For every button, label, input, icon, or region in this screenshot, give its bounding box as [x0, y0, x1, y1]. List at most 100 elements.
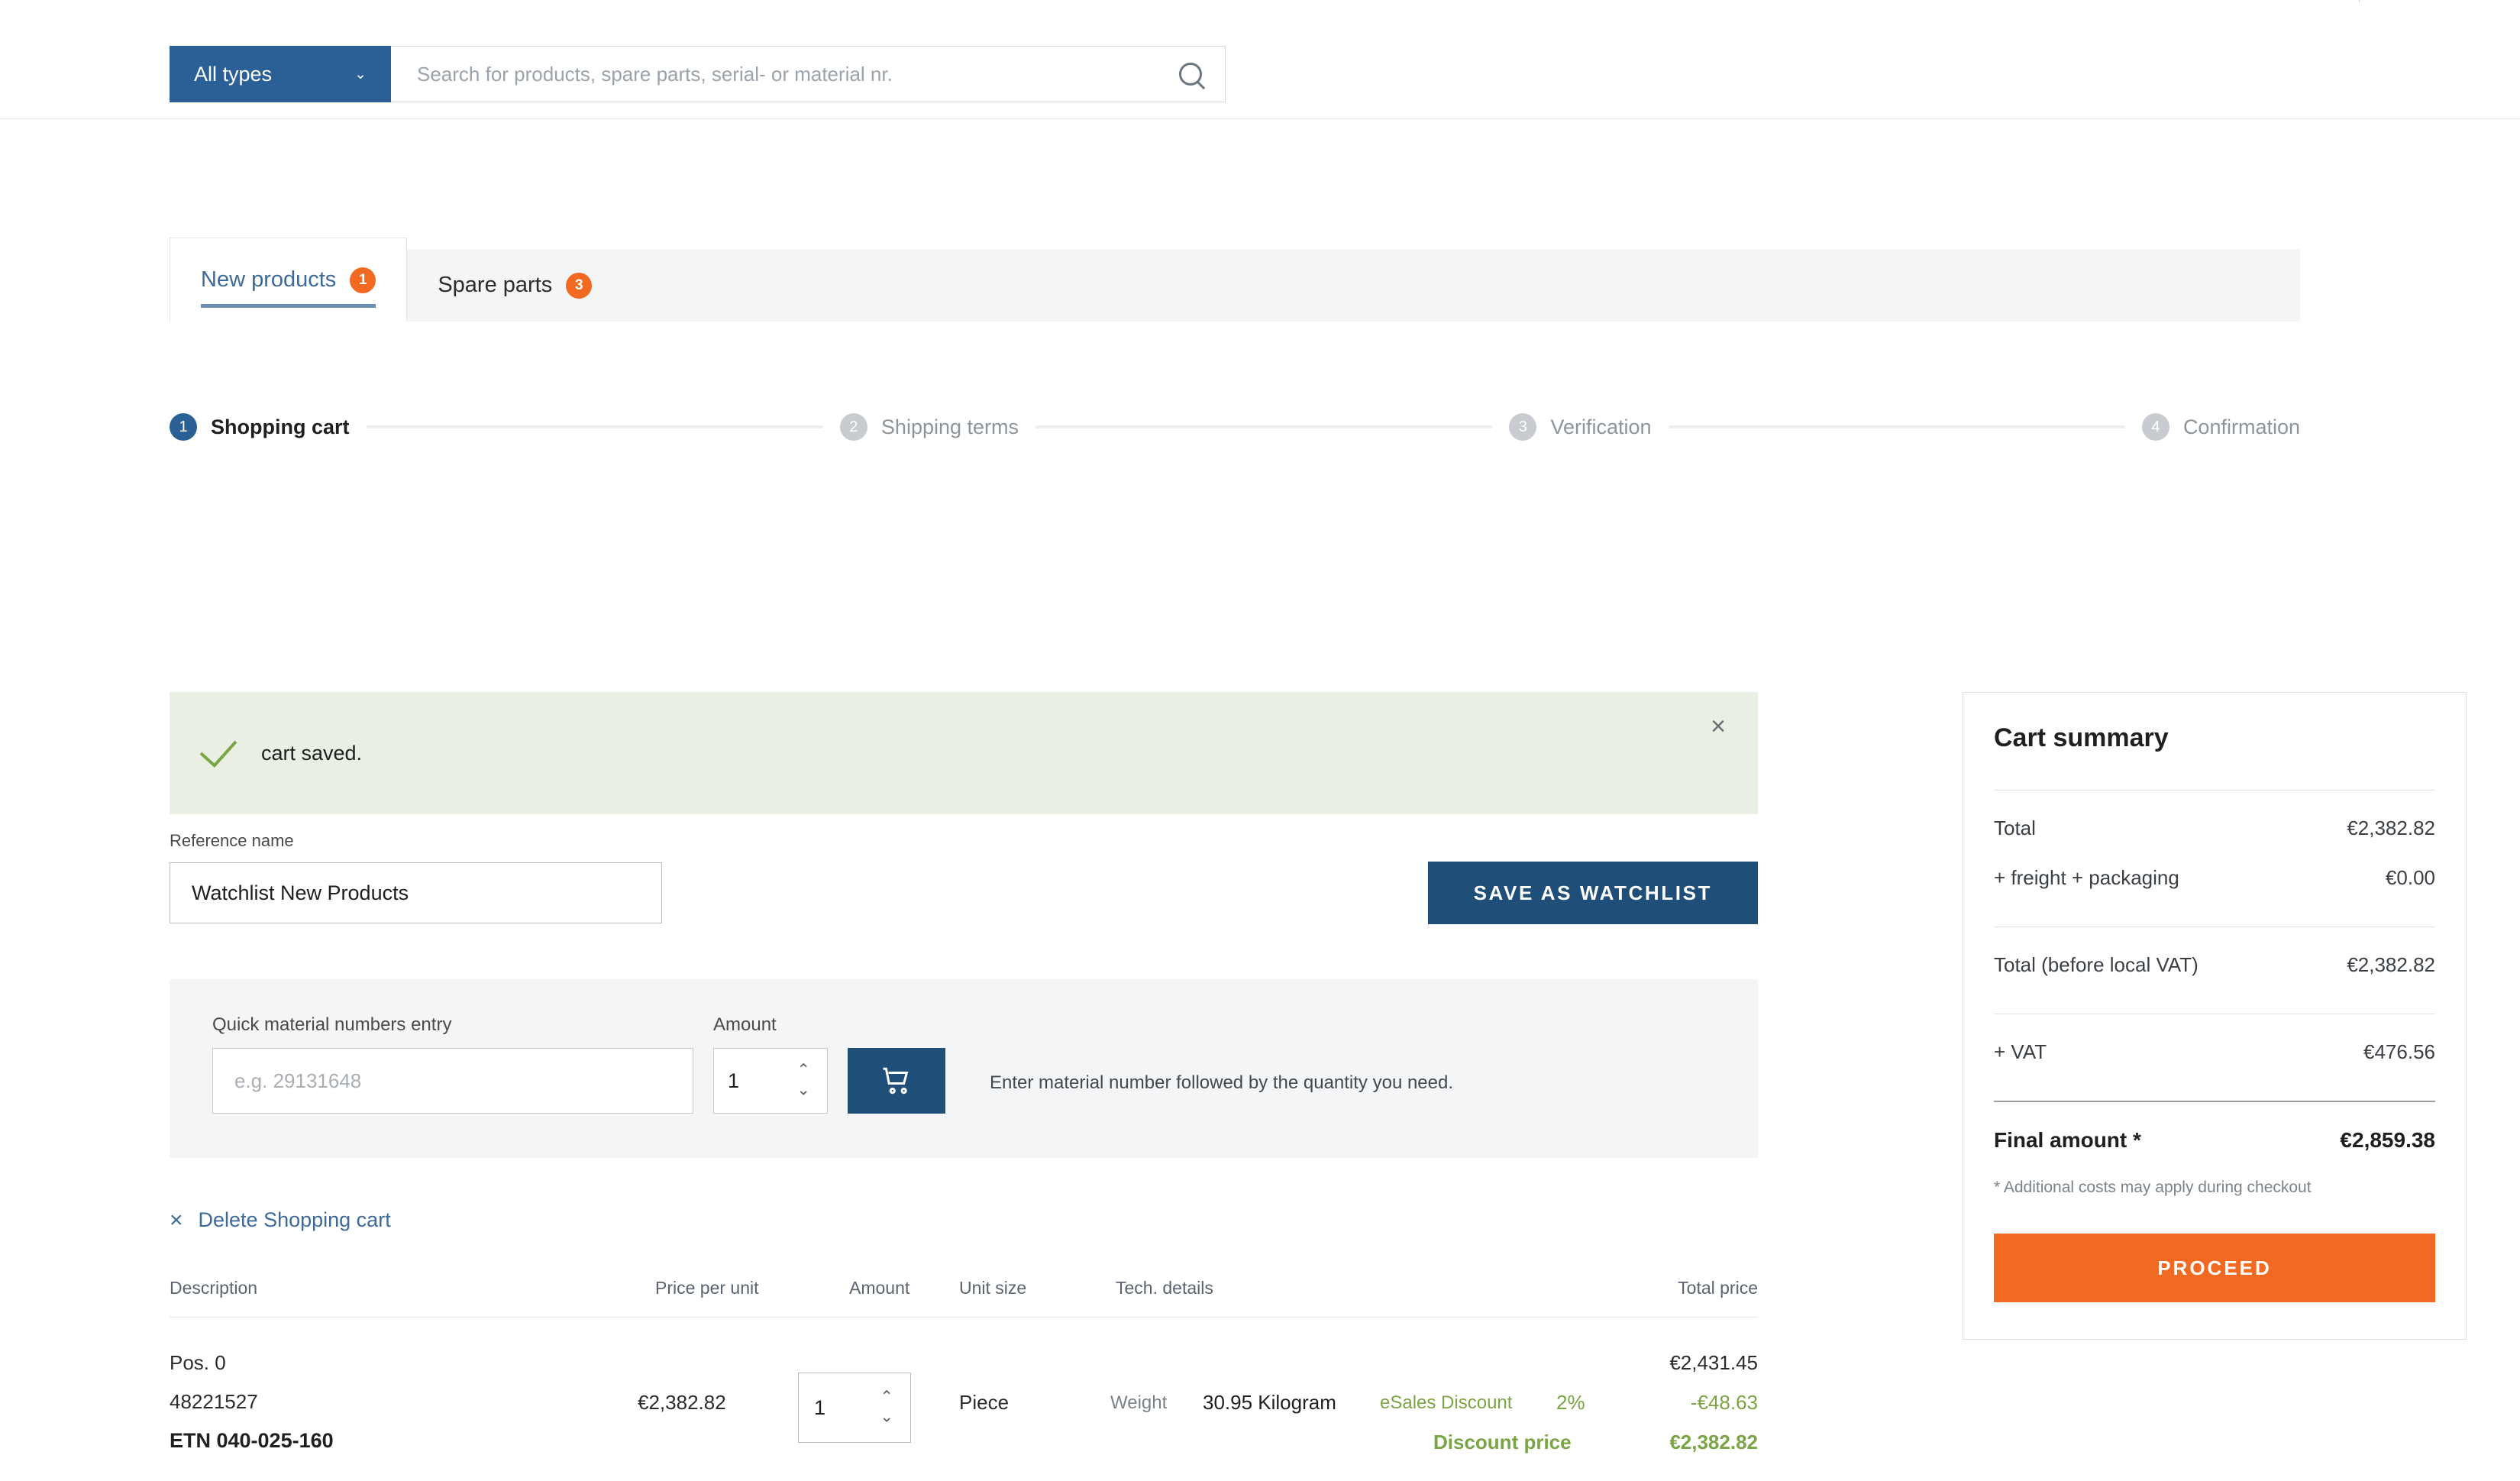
row-tech-label: Weight	[1110, 1392, 1167, 1414]
row-product-name: ETN 040-025-160	[170, 1429, 334, 1453]
search-magnifier-icon[interactable]	[1179, 63, 1202, 86]
summary-freight-value: €0.00	[2386, 866, 2435, 890]
cart-icon	[879, 1065, 914, 1097]
row-total-price: €2,431.45	[1452, 1351, 1758, 1375]
nav-link-contact[interactable]: Contact	[1002, 0, 1052, 1]
summary-vat-value: €476.56	[2363, 1040, 2435, 1064]
cart-saved-alert: cart saved. ×	[170, 692, 1758, 814]
step-4-label: Confirmation	[2183, 416, 2300, 439]
stepper-arrows[interactable]: ⌃ ⌄	[796, 1065, 810, 1098]
step-connector-1	[367, 425, 823, 428]
nav-link-company[interactable]: Company	[699, 0, 761, 1]
chevron-down-icon: ⌄	[354, 66, 367, 83]
nav-divider	[2359, 0, 2360, 2]
summary-note: * Additional costs may apply during chec…	[1994, 1179, 2435, 1197]
quick-entry-row: Quick material numbers entry Amount 1 ⌃ …	[212, 1014, 1715, 1114]
save-as-watchlist-button[interactable]: SAVE AS WATCHLIST	[1428, 862, 1758, 924]
logo-accent: US	[220, 0, 254, 5]
header-amount: Amount	[849, 1278, 909, 1298]
quick-amount-field-group: Amount 1 ⌃ ⌄	[713, 1014, 828, 1114]
summary-divider-4	[1994, 1101, 2435, 1102]
step-shipping-terms[interactable]: 2 Shipping terms	[840, 413, 1019, 441]
row-description-cell: Pos. 0 48221527 ETN 040-025-160	[170, 1351, 334, 1453]
main-menu: Products Technical Services Applications…	[315, 0, 1052, 1]
chevron-up-icon[interactable]: ⌃	[880, 1392, 893, 1405]
step-3-label: Verification	[1550, 416, 1651, 439]
summary-final-value: €2,859.38	[2340, 1128, 2435, 1153]
quick-material-label: Quick material numbers entry	[212, 1014, 693, 1036]
nav-link-technical-services[interactable]: Technical Services	[415, 0, 535, 1]
quick-material-field-group: Quick material numbers entry	[212, 1014, 693, 1114]
chevron-up-icon[interactable]: ⌃	[796, 1065, 810, 1078]
header-tech-details: Tech. details	[1116, 1278, 1213, 1298]
nav-link-applications[interactable]: Applications	[579, 0, 657, 1]
nav-link-products[interactable]: Products	[315, 0, 373, 1]
cart-main-column: cart saved. × Reference name SAVE AS WAT…	[170, 692, 1758, 1481]
step-2-label: Shipping terms	[881, 416, 1019, 439]
row-tech-value: 30.95 Kilogram	[1203, 1391, 1336, 1415]
summary-before-vat-label: Total (before local VAT)	[1994, 953, 2199, 977]
search-bar-region: All types ⌄	[0, 43, 2520, 119]
row-stepper-arrows[interactable]: ⌃ ⌄	[880, 1392, 893, 1424]
summary-vat-label: + VAT	[1994, 1040, 2047, 1064]
tab-new-products[interactable]: New products 1	[170, 238, 407, 322]
step-4-number: 4	[2142, 413, 2169, 441]
step-confirmation[interactable]: 4 Confirmation	[2142, 413, 2300, 441]
cart-tabs: New products 1 Spare parts 3	[170, 249, 2300, 322]
delete-shopping-cart-label: Delete Shopping cart	[199, 1208, 391, 1232]
cart-summary-panel: Cart summary Total €2,382.82 + freight +…	[1963, 692, 2467, 1340]
summary-total-value: €2,382.82	[2347, 816, 2435, 840]
header-total-price: Total price	[1678, 1278, 1758, 1298]
header-unit-size: Unit size	[959, 1278, 1026, 1298]
close-icon: ×	[170, 1209, 183, 1232]
header-description: Description	[170, 1278, 257, 1298]
summary-before-vat-value: €2,382.82	[2347, 953, 2435, 977]
header-price-per-unit: Price per unit	[655, 1278, 759, 1298]
reference-name-label: Reference name	[170, 831, 1758, 851]
tab-new-products-label: New products	[201, 267, 336, 293]
row-quantity-box[interactable]: 1 ⌃ ⌄	[798, 1373, 911, 1443]
step-2-number: 2	[840, 413, 867, 441]
delete-shopping-cart-link[interactable]: × Delete Shopping cart	[170, 1208, 1758, 1232]
quick-amount-value: 1	[728, 1069, 739, 1093]
summary-row-freight: + freight + packaging €0.00	[1994, 866, 2435, 890]
chevron-down-icon[interactable]: ⌄	[796, 1085, 810, 1098]
quick-entry-hint: Enter material number followed by the qu…	[990, 1072, 1453, 1114]
row-discount-price-value: €2,382.82	[1452, 1431, 1758, 1454]
proceed-button[interactable]: PROCEED	[1994, 1234, 2435, 1302]
row-position: Pos. 0	[170, 1351, 334, 1375]
quick-material-input[interactable]	[212, 1048, 693, 1114]
step-connector-3	[1669, 425, 2125, 428]
logo-text: KOB	[166, 0, 220, 5]
row-amount-stepper[interactable]: 1 ⌃ ⌄	[798, 1373, 911, 1443]
row-discount-value: -€48.63	[1452, 1391, 1758, 1415]
cart-table-header: Description Price per unit Amount Unit s…	[170, 1278, 1758, 1318]
search-type-dropdown[interactable]: All types ⌄	[170, 46, 391, 102]
search-type-label: All types	[194, 63, 272, 86]
tab-new-products-badge: 1	[350, 267, 376, 293]
tab-spare-parts[interactable]: Spare parts 3	[407, 249, 623, 322]
top-navigation: KOBUS Products Technical Services Applic…	[0, 0, 2520, 14]
close-icon[interactable]: ×	[1711, 713, 1726, 739]
row-quantity-value: 1	[814, 1396, 825, 1420]
search-input[interactable]	[417, 63, 1179, 86]
summary-freight-label: + freight + packaging	[1994, 866, 2179, 890]
site-logo[interactable]: KOBUS	[166, 0, 253, 5]
nav-link-software-knowhow[interactable]: Software and know-how	[804, 0, 959, 1]
step-verification[interactable]: 3 Verification	[1509, 413, 1651, 441]
step-1-number: 1	[170, 413, 197, 441]
summary-row-before-vat: Total (before local VAT) €2,382.82	[1994, 953, 2435, 977]
quick-amount-stepper[interactable]: 1 ⌃ ⌄	[713, 1048, 828, 1114]
row-material-number: 48221527	[170, 1390, 334, 1414]
add-to-cart-button[interactable]	[848, 1048, 945, 1114]
step-shopping-cart[interactable]: 1 Shopping cart	[170, 413, 350, 441]
summary-divider-1	[1994, 790, 2435, 791]
summary-row-total: Total €2,382.82	[1994, 816, 2435, 840]
summary-row-vat: + VAT €476.56	[1994, 1040, 2435, 1064]
step-1-label: Shopping cart	[211, 416, 350, 439]
reference-row: SAVE AS WATCHLIST	[170, 862, 1758, 924]
summary-final-label: Final amount *	[1994, 1128, 2141, 1153]
row-price-per-unit: €2,382.82	[638, 1391, 726, 1415]
reference-name-input[interactable]	[170, 862, 662, 923]
alert-message: cart saved.	[261, 742, 362, 765]
